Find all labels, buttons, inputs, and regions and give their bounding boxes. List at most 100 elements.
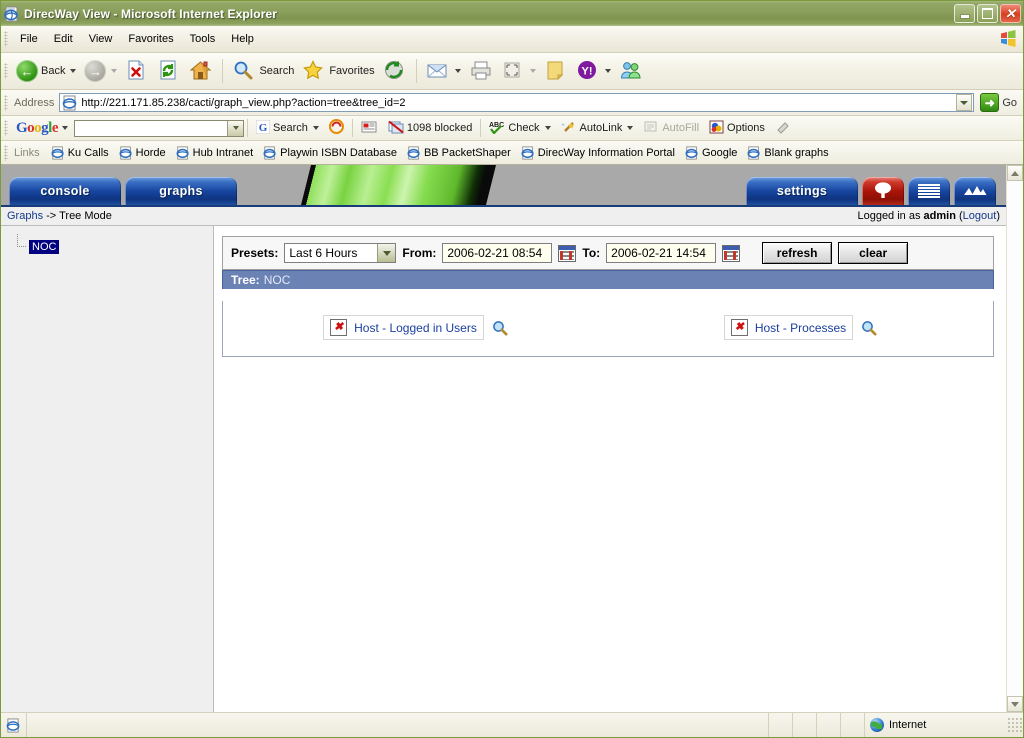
tab-preview-view[interactable]: [954, 177, 996, 205]
google-autofill-button[interactable]: AutoFill: [638, 120, 704, 137]
google-news-button[interactable]: [356, 120, 383, 137]
page-vertical-scrollbar[interactable]: [1006, 165, 1023, 712]
print-button[interactable]: [465, 57, 497, 85]
stop-button[interactable]: [121, 57, 153, 85]
magnifier-icon[interactable]: [861, 320, 877, 336]
toolbar-gripper[interactable]: [4, 63, 8, 79]
tab-graphs[interactable]: graphs: [125, 177, 237, 205]
search-button[interactable]: Search: [228, 57, 298, 85]
google-popup-blocker-button[interactable]: 1098 blocked: [383, 120, 477, 137]
google-autolink-button[interactable]: AutoLink: [556, 120, 639, 137]
menu-gripper[interactable]: [4, 31, 8, 47]
mail-button[interactable]: [422, 57, 465, 85]
printer-icon: [469, 59, 493, 83]
google-g-icon: G: [255, 119, 271, 137]
menu-favorites[interactable]: Favorites: [120, 30, 181, 48]
cacti-header: console graphs settings: [1, 165, 1006, 207]
link-google[interactable]: Google: [680, 145, 742, 160]
menu-help[interactable]: Help: [223, 30, 262, 48]
spellcheck-icon: ABC: [489, 120, 505, 137]
menu-edit[interactable]: Edit: [46, 30, 81, 48]
tree-item-noc[interactable]: NOC: [13, 234, 213, 254]
minimize-button[interactable]: [954, 4, 975, 23]
logout-close-paren: ): [996, 210, 1000, 222]
link-blank-graphs[interactable]: Blank graphs: [742, 145, 833, 160]
resize-grip[interactable]: [1007, 717, 1023, 733]
favorites-button[interactable]: Favorites: [298, 57, 378, 85]
scroll-up-button[interactable]: [1007, 165, 1023, 181]
yahoo-button[interactable]: Y!: [572, 57, 615, 85]
refresh-icon: [157, 59, 181, 83]
google-toolbar-gripper[interactable]: [4, 120, 8, 136]
home-icon: [189, 59, 213, 83]
autofill-icon: [643, 120, 659, 137]
tab-tree-view[interactable]: [862, 177, 904, 205]
links-gripper[interactable]: [4, 144, 8, 161]
history-icon: [383, 59, 407, 83]
address-gripper[interactable]: [4, 94, 8, 111]
google-search-input[interactable]: [74, 119, 245, 137]
tab-settings[interactable]: settings: [746, 177, 858, 205]
menu-tools[interactable]: Tools: [182, 30, 224, 48]
close-button[interactable]: ✕: [1000, 4, 1021, 23]
tree-panel-body-wrap: ✖ Host - Logged in Users ✖ Host - Proces…: [222, 301, 994, 357]
security-zone[interactable]: Internet: [865, 713, 1005, 737]
link-playwin-isbn-database[interactable]: Playwin ISBN Database: [258, 145, 402, 160]
list-icon: [918, 184, 940, 198]
tab-console[interactable]: console: [9, 177, 121, 205]
google-options-button[interactable]: Options: [704, 120, 770, 137]
link-hub-intranet[interactable]: Hub Intranet: [171, 145, 259, 160]
google-search-button[interactable]: G Search: [251, 119, 324, 137]
windows-flag-icon: [999, 30, 1017, 47]
from-date-input[interactable]: 2006-02-21 08:54: [442, 243, 553, 263]
history-button[interactable]: [379, 57, 411, 85]
presets-select[interactable]: Last 6 Hours: [284, 243, 397, 263]
home-button[interactable]: [185, 57, 217, 85]
menu-view[interactable]: View: [81, 30, 121, 48]
to-date-input[interactable]: 2006-02-21 14:54: [606, 243, 717, 263]
discuss-button[interactable]: [540, 57, 572, 85]
graph-item[interactable]: ✖ Host - Logged in Users: [323, 315, 484, 340]
messenger-button[interactable]: [615, 57, 647, 85]
scroll-down-button[interactable]: [1007, 696, 1023, 712]
ie-page-icon: [119, 145, 133, 160]
google-eraser-button[interactable]: [770, 120, 796, 137]
logout-link[interactable]: Logout: [963, 210, 997, 222]
link-direcway-information-portal[interactable]: DirecWay Information Portal: [516, 145, 680, 160]
edit-page-button[interactable]: [497, 57, 540, 85]
clear-button[interactable]: clear: [838, 242, 909, 264]
breadcrumb-graphs-link[interactable]: Graphs: [7, 210, 43, 222]
graph-title-link[interactable]: Host - Logged in Users: [354, 321, 477, 335]
go-button[interactable]: ➜ Go: [974, 93, 1023, 112]
google-highlight-button[interactable]: [324, 118, 349, 137]
graph-item[interactable]: ✖ Host - Processes: [723, 315, 854, 340]
address-input[interactable]: http://221.171.85.238/cacti/graph_view.p…: [59, 93, 975, 112]
magnifier-icon[interactable]: [492, 320, 508, 336]
tree-elbow-icon: [13, 234, 29, 254]
restore-button[interactable]: [977, 4, 998, 23]
graph-title-link[interactable]: Host - Processes: [755, 321, 846, 335]
link-horde[interactable]: Horde: [114, 145, 171, 160]
link-label: Hub Intranet: [192, 146, 254, 159]
refresh-button[interactable]: [153, 57, 185, 85]
menu-file[interactable]: File: [12, 30, 46, 48]
google-search-dropdown[interactable]: [227, 120, 244, 136]
address-dropdown-button[interactable]: [956, 94, 973, 111]
refresh-button[interactable]: refresh: [762, 242, 833, 264]
calendar-icon[interactable]: [558, 244, 577, 262]
link-ku-calls[interactable]: Ku Calls: [46, 145, 114, 160]
forward-button[interactable]: →: [80, 58, 121, 84]
graph-cell: ✖ Host - Logged in Users: [223, 315, 608, 340]
tree-panel-header: Tree: NOC: [222, 270, 994, 289]
link-bb-packetshaper[interactable]: BB PacketShaper: [402, 145, 516, 160]
tab-list-view[interactable]: [908, 177, 950, 205]
page-content: console graphs settings Graphs -> Tree M…: [1, 165, 1006, 712]
google-check-button[interactable]: ABC Check: [484, 120, 555, 137]
link-label: Google: [701, 146, 738, 159]
broken-image-icon: ✖: [730, 319, 748, 336]
calendar-icon[interactable]: [722, 244, 741, 262]
back-button[interactable]: ← Back: [12, 58, 80, 84]
status-slot-4: [841, 713, 865, 737]
google-options-label: Options: [727, 122, 765, 134]
cacti-primary-tabs: console graphs: [9, 177, 237, 205]
